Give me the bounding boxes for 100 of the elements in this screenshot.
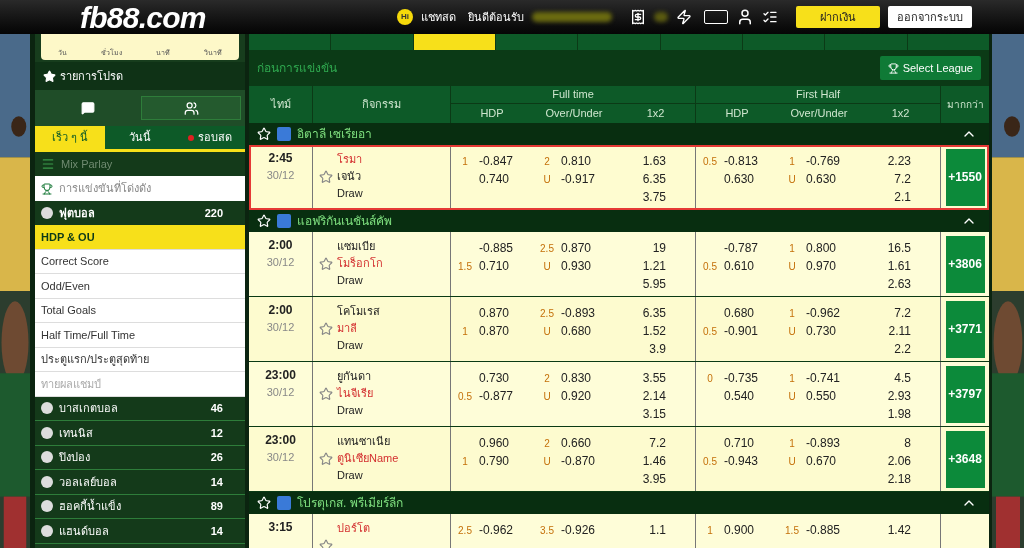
odds-value[interactable]: 2.11 xyxy=(888,322,911,340)
odds-value[interactable]: 0.970 xyxy=(806,257,837,275)
odds-value[interactable]: 1.42 xyxy=(887,521,911,539)
odds-value[interactable]: -0.926 xyxy=(561,521,596,539)
odds-value[interactable]: 0.810 xyxy=(561,152,592,170)
odds-value[interactable]: -0.885 xyxy=(806,521,841,539)
odds-value[interactable]: 0.930 xyxy=(561,257,592,275)
odds-value[interactable]: 5.95 xyxy=(642,275,666,293)
more-bets-button[interactable]: +3648 xyxy=(945,430,985,488)
star-icon[interactable] xyxy=(319,257,333,271)
odds-value[interactable]: -0.877 xyxy=(479,387,514,405)
odds-value[interactable]: 0.790 xyxy=(479,452,510,470)
checklist-icon[interactable] xyxy=(762,9,778,25)
odds-value[interactable]: 0.610 xyxy=(724,257,755,275)
odds-value[interactable]: -0.893 xyxy=(561,304,596,322)
odds-value[interactable]: 0.630 xyxy=(724,170,755,188)
odds-value[interactable]: 2.23 xyxy=(887,152,911,170)
odds-value[interactable]: 3.9 xyxy=(649,340,666,358)
select-league-button[interactable]: Select League xyxy=(879,56,981,80)
odds-value[interactable]: 1.98 xyxy=(887,405,911,423)
odds-value[interactable]: 0.730 xyxy=(806,322,837,340)
odds-value[interactable]: 3.55 xyxy=(642,369,666,387)
odds-value[interactable]: -0.735 xyxy=(724,369,759,387)
odds-value[interactable]: 0.710 xyxy=(724,434,755,452)
odds-value[interactable]: 0.870 xyxy=(561,239,592,257)
odds-value[interactable]: 0.710 xyxy=(479,257,510,275)
sports-view-button[interactable] xyxy=(141,96,241,120)
odds-value[interactable]: 2.1 xyxy=(894,188,911,206)
odds-value[interactable]: 6.35 xyxy=(642,304,666,322)
odds-value[interactable]: 19 xyxy=(652,239,666,257)
more-bets-button[interactable]: +3806 xyxy=(945,235,985,293)
live-chat-link[interactable]: แชทสด xyxy=(421,8,456,26)
receipt-icon[interactable] xyxy=(630,9,646,25)
more-bets-button[interactable]: +3771 xyxy=(945,300,985,358)
market-item[interactable]: Correct Score xyxy=(35,249,245,274)
odds-value[interactable]: 16.5 xyxy=(887,239,911,257)
odds-value[interactable]: -0.885 xyxy=(479,239,514,257)
odds-value[interactable]: 0.540 xyxy=(724,387,755,405)
odds-value[interactable]: 2.2 xyxy=(894,340,911,358)
match-row[interactable]: 2:00 30/12 โคโมเรส มาลี Draw 0.870 1 0.870 2.5 -0.893 U 0.680 6.35 1.52 3.9 0.680 0.5 -0.901 1 -0.962 U 0.730 7.2 2.11 2.2 +3771 xyxy=(249,297,989,362)
odds-value[interactable]: 0.680 xyxy=(724,304,755,322)
sidebar-tab[interactable]: วันนี้ xyxy=(105,126,175,149)
odds-value[interactable]: 8 xyxy=(904,434,911,452)
odds-value[interactable]: 1.1 xyxy=(649,521,666,539)
match-row[interactable]: 2:00 30/12 แซมเบีย โมร็อกโก Draw -0.885 1.5 0.710 2.5 0.870 U 0.930 19 1.21 5.95 -0.787 0.5 0.610 1 0.800 U 0.970 16.5 1.61 2.63 +3806 xyxy=(249,232,989,297)
odds-value[interactable]: 7.2 xyxy=(649,434,666,452)
odds-value[interactable]: 0.870 xyxy=(479,304,510,322)
odds-value[interactable]: 0.920 xyxy=(561,387,592,405)
odds-value[interactable]: 3.75 xyxy=(642,188,666,206)
market-item[interactable]: Half Time/Full Time xyxy=(35,323,245,348)
odds-value[interactable]: 0.730 xyxy=(479,369,510,387)
odds-value[interactable]: 3.95 xyxy=(642,470,666,488)
odds-value[interactable]: 1.46 xyxy=(642,452,666,470)
more-bets-button[interactable]: +3797 xyxy=(945,365,985,423)
odds-value[interactable]: -0.893 xyxy=(806,434,841,452)
odds-value[interactable]: 2.93 xyxy=(887,387,911,405)
odds-value[interactable]: -0.813 xyxy=(724,152,759,170)
odds-value[interactable]: 0.830 xyxy=(561,369,592,387)
sidebar-tab[interactable]: รอบสด xyxy=(175,126,245,149)
odds-value[interactable]: 2.06 xyxy=(887,452,911,470)
sidebar-tab[interactable]: เร็ว ๆ นี้ xyxy=(35,126,105,149)
betslip-icon[interactable] xyxy=(704,10,728,24)
odds-value[interactable]: 0.660 xyxy=(561,434,592,452)
odds-value[interactable]: -0.870 xyxy=(561,452,596,470)
odds-value[interactable]: -0.943 xyxy=(724,452,759,470)
odds-value[interactable]: 0.870 xyxy=(479,322,510,340)
logout-button[interactable]: ออกจากระบบ xyxy=(888,6,972,28)
odds-value[interactable]: 1.61 xyxy=(887,257,911,275)
odds-value[interactable]: -0.917 xyxy=(561,170,596,188)
odds-value[interactable]: 6.35 xyxy=(642,170,666,188)
odds-value[interactable]: 2.18 xyxy=(887,470,911,488)
odds-value[interactable]: -0.962 xyxy=(479,521,514,539)
odds-value[interactable]: 7.2 xyxy=(894,304,911,322)
market-item[interactable]: ประตูแรก/ประตูสุดท้าย xyxy=(35,347,245,372)
star-icon[interactable] xyxy=(319,322,333,336)
match-row[interactable]: 3:15 ปอร์โต 2.5 -0.962 3.5 -0.926 1.1 1 0.900 1.5 -0.885 1.42 xyxy=(249,514,989,548)
chat-icon[interactable]: Hi xyxy=(397,9,413,25)
odds-value[interactable]: 0.800 xyxy=(806,239,837,257)
odds-value[interactable]: 2.14 xyxy=(642,387,666,405)
match-row[interactable]: 2:45 30/12 โรมา เจนัว Draw 1 -0.847 0.740 2 0.810 U -0.917 1.63 6.35 3.75 0.5 -0.813 0.630 1 -0.769 U 0.630 2.23 7.2 2.1 +1550 xyxy=(249,145,989,210)
league-header[interactable]: อิตาลี เซเรียอา xyxy=(249,123,989,145)
market-item[interactable]: HDP & OU xyxy=(35,225,245,250)
odds-value[interactable]: -0.769 xyxy=(806,152,841,170)
user-icon[interactable] xyxy=(736,8,754,26)
logo[interactable]: fb88.com xyxy=(80,0,206,40)
odds-value[interactable]: 0.680 xyxy=(561,322,592,340)
star-icon[interactable] xyxy=(319,170,333,184)
transfer-icon[interactable] xyxy=(676,9,692,25)
odds-value[interactable]: 0.630 xyxy=(806,170,837,188)
star-icon[interactable] xyxy=(319,387,333,401)
match-row[interactable]: 23:00 30/12 ยูกันดา ไนจีเรีย Draw 0.730 0.5 -0.877 2 0.830 U 0.920 3.55 2.14 3.15 0 -0.735 0.540 1 -0.741 U 0.550 4.5 2.93 1.98 +3797 xyxy=(249,362,989,427)
more-bets-button[interactable]: +1550 xyxy=(945,148,985,206)
sport-name[interactable]: ฟุตบอล xyxy=(59,204,95,222)
market-item[interactable]: Odd/Even xyxy=(35,274,245,299)
odds-value[interactable]: -0.847 xyxy=(479,152,514,170)
odds-value[interactable]: -0.787 xyxy=(724,239,759,257)
odds-value[interactable]: 0.550 xyxy=(806,387,837,405)
odds-value[interactable]: 0.960 xyxy=(479,434,510,452)
odds-value[interactable]: 1.52 xyxy=(642,322,666,340)
odds-value[interactable]: 1.63 xyxy=(642,152,666,170)
